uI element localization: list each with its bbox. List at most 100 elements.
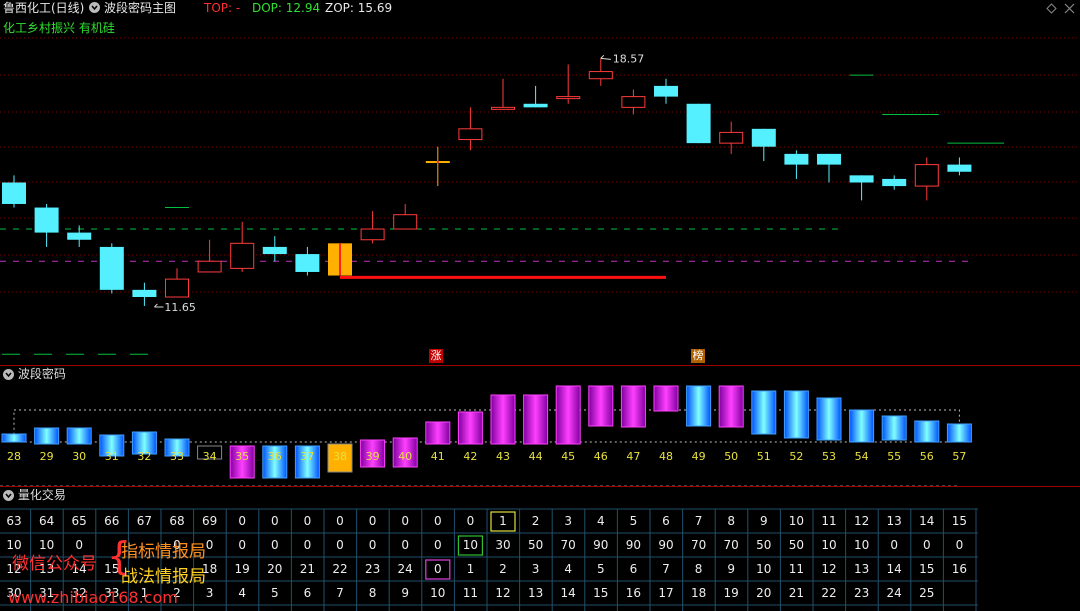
wave-x-label: 40 [398,450,412,463]
grid-cell: 12 [821,562,837,576]
grid-cell: 21 [788,586,805,600]
candle-body [719,131,744,144]
grid-cell: 0 [401,538,409,552]
grid-cell: 13 [886,514,902,528]
candle [654,78,678,104]
wave-x-label: 29 [40,450,54,463]
grid-cell: 8 [727,514,735,528]
wave-x-label: 54 [855,450,869,463]
candle [588,58,613,86]
grid-cell: 23 [853,586,870,600]
grid-cell: 1 [466,562,475,576]
grid-cell: 68 [169,514,185,528]
grid-cell: 0 [955,538,964,552]
panel-divider-2[interactable] [0,486,1080,487]
candle [523,85,548,108]
grid-cell: 9 [401,586,409,600]
wave-bar [34,427,60,445]
candle [947,157,972,176]
grid-cell: 65 [71,514,87,528]
candle [393,203,418,230]
grid-cell: 3 [531,562,540,576]
candle-body [34,207,59,233]
candle [719,121,744,154]
grid-cell: 21 [299,562,316,576]
candle-body [393,214,418,230]
grid-cell: 0 [336,514,344,528]
grid-cell: 0 [368,538,377,552]
grid-cell: 0 [433,562,442,576]
grid-cell: 2 [499,562,507,576]
candle-body [784,153,809,165]
grid-cell: 14 [886,562,902,576]
grid-cell: 15 [951,514,968,528]
candle-body [67,232,92,240]
grid-cell: 50 [788,538,805,552]
grid-cell: 11 [821,514,837,528]
wave-bar [849,409,875,443]
wave-bar [66,427,92,445]
wave-x-label: 47 [626,450,640,463]
wave-x-label: 53 [822,450,836,463]
zhang-marker[interactable]: 涨 [429,349,443,363]
candle [686,103,711,144]
wave-bar [1,433,27,443]
grid-cell: 4 [596,514,605,528]
candle [556,64,581,104]
grid-cell: 5 [270,586,279,600]
grid-cell: 24 [886,586,902,600]
grid-cell: 64 [38,514,55,528]
wave-code-panel[interactable]: 28 29 30 31 32 33 34 35 36 37 38 39 40 41 42 43 44 45 46 47… [0,366,1080,486]
grid-cell: 50 [527,538,544,552]
wave-bar [457,411,483,445]
wave-x-label: 30 [72,450,86,463]
grid-cell: 0 [270,538,279,552]
grid-cell: 7 [336,586,344,600]
grid-cell: 0 [922,538,931,552]
grid-cell: 90 [625,538,642,552]
candle [882,175,907,190]
candle-body [686,103,711,144]
grid-cell: 23 [364,562,381,576]
wave-bar [816,397,842,441]
bang-marker[interactable]: 榜 [691,349,705,363]
wave-bar [555,385,581,445]
candle [425,146,450,187]
grid-cell: 10 [462,538,479,552]
wave-bar [686,385,712,427]
candle-body [523,103,548,108]
wave-x-label: 49 [692,450,706,463]
watermark-url: www.zhibiao168.com [8,588,178,607]
wave-x-label: 55 [887,450,901,463]
wave-x-label: 32 [137,450,151,463]
wave-x-label: 35 [235,450,249,463]
candle-body [132,289,157,298]
candle-body [197,260,222,273]
grid-cell: 24 [397,562,413,576]
candle-body [262,246,287,255]
grid-cell: 10 [788,514,805,528]
candle [99,243,124,294]
grid-cell: 8 [694,562,703,576]
candlestick-chart[interactable]: 18.57 11.65 [0,0,1080,365]
grid-cell: 15 [593,586,609,600]
grid-cell: 4 [564,562,572,576]
wave-bar [523,394,549,445]
grid-cell: 10 [821,538,837,552]
candle [621,89,646,115]
wave-x-label: 33 [170,450,184,463]
grid-cell: 11 [788,562,805,576]
wave-x-label: 44 [529,450,543,463]
grid-cell: 67 [136,514,153,528]
candle-body [295,254,320,272]
candle-body [654,85,678,97]
grid-cell: 0 [401,514,409,528]
wave-x-label: 45 [561,450,575,463]
high-price-label: 18.57 [613,52,645,65]
candle-body [360,228,385,241]
panel-2-collapse-icon[interactable] [3,490,14,501]
grid-cell: 13 [853,562,870,576]
panel-2-header: 量化交易 [0,488,66,502]
candle [2,175,26,208]
wave-x-label: 43 [496,450,510,463]
